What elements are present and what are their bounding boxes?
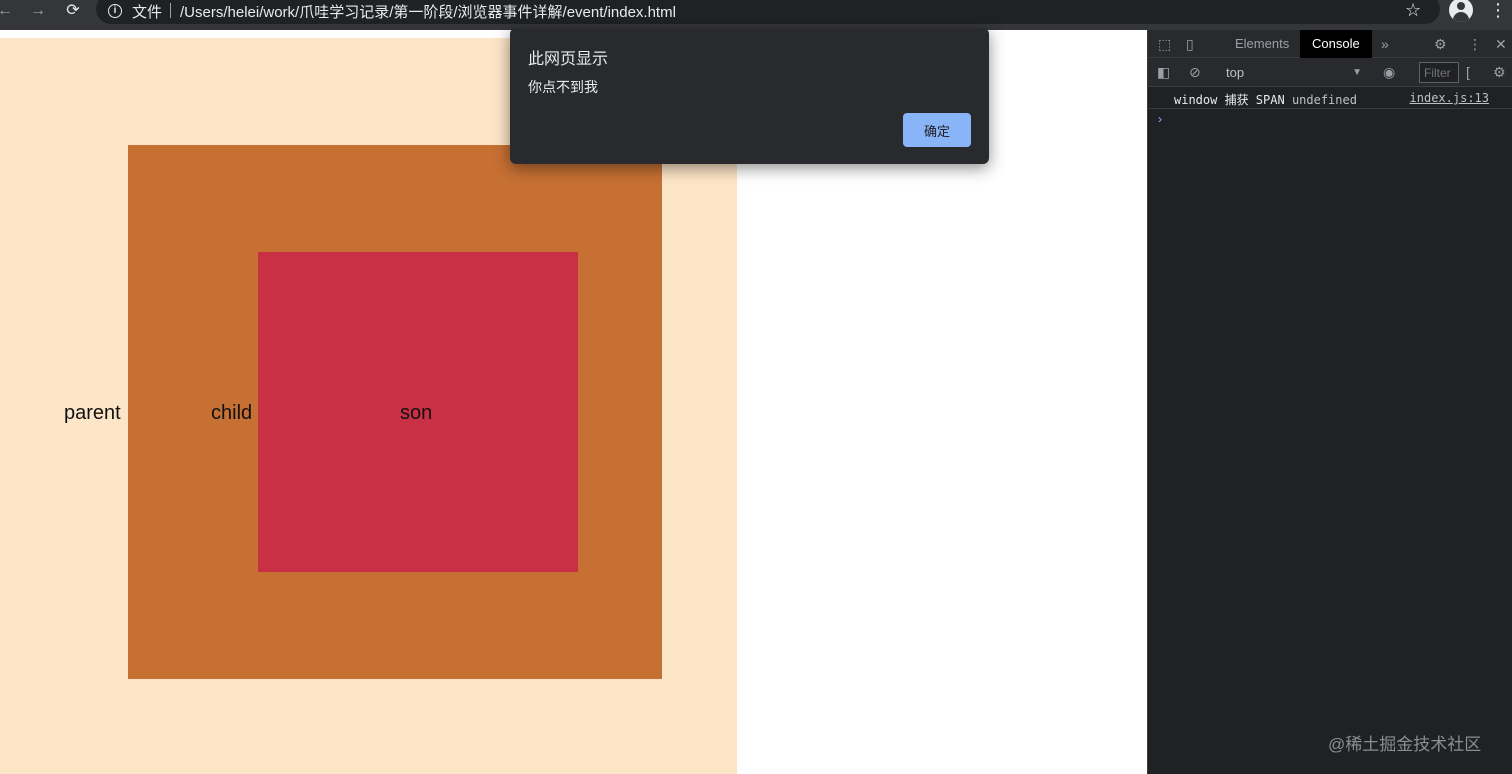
info-icon[interactable]: i <box>108 4 122 18</box>
sidebar-toggle-icon[interactable]: ◧ <box>1157 64 1170 80</box>
console-message-text: window 捕获 SPAN undefined <box>1174 93 1357 107</box>
watermark: @稀土掘金技术社区 <box>1328 735 1482 754</box>
console-message-row: window 捕获 SPAN undefined index.js:13 <box>1148 88 1512 109</box>
bookmark-star-icon[interactable]: ☆ <box>1405 0 1421 20</box>
context-value: top <box>1226 65 1245 80</box>
son-box[interactable]: son <box>258 252 578 572</box>
live-expression-eye-icon[interactable]: ◉ <box>1383 64 1395 80</box>
context-selector[interactable]: top ▼ <box>1218 63 1366 83</box>
scheme-label: 文件 <box>132 4 163 21</box>
reload-icon[interactable]: ⟳ <box>62 0 84 22</box>
alert-dialog: 此网页显示 你点不到我 确定 <box>510 28 989 164</box>
child-box[interactable]: child son <box>128 145 662 679</box>
inspect-element-icon[interactable]: ⬚ <box>1158 36 1171 52</box>
console-toolbar: ◧ ⊘ top ▼ ◉ [ ⚙ <box>1148 58 1512 87</box>
dropdown-arrow-icon: ▼ <box>1352 67 1362 78</box>
console-source-link[interactable]: index.js:13 <box>1410 91 1489 105</box>
son-label: son <box>400 402 433 424</box>
browser-toolbar: ← → ⟳ i 文件 /Users/helei/work/爪哇学习记录/第一阶段… <box>0 0 1512 30</box>
truncated-toolbar-item[interactable]: [ <box>1466 64 1470 80</box>
devtools-menu-icon[interactable]: ⋮ <box>1468 36 1482 52</box>
tab-elements[interactable]: Elements <box>1223 30 1301 58</box>
tab-console[interactable]: Console <box>1300 30 1372 58</box>
device-toolbar-icon[interactable]: ▯ <box>1186 36 1194 52</box>
close-icon[interactable]: ✕ <box>1495 36 1507 52</box>
filter-input[interactable] <box>1419 62 1459 83</box>
profile-avatar-icon[interactable] <box>1449 0 1473 22</box>
address-bar[interactable]: i 文件 /Users/helei/work/爪哇学习记录/第一阶段/浏览器事件… <box>96 0 1440 24</box>
child-label: child <box>211 402 253 424</box>
console-settings-gear-icon[interactable]: ⚙ <box>1493 64 1506 80</box>
clear-console-icon[interactable]: ⊘ <box>1189 64 1201 80</box>
separator <box>170 3 171 18</box>
console-message-value: undefined <box>1291 93 1357 107</box>
dialog-title: 此网页显示 <box>528 51 609 68</box>
parent-label: parent <box>64 402 121 424</box>
devtools-tabbar: ⬚ ▯ Elements Console » ⚙ ⋮ ✕ <box>1148 30 1512 58</box>
back-icon[interactable]: ← <box>0 0 16 22</box>
devtools-panel: ⬚ ▯ Elements Console » ⚙ ⋮ ✕ ◧ ⊘ top ▼ ◉… <box>1147 30 1512 774</box>
more-tabs-icon[interactable]: » <box>1381 36 1389 52</box>
settings-gear-icon[interactable]: ⚙ <box>1434 36 1447 52</box>
console-prompt-icon[interactable]: › <box>1158 112 1162 126</box>
more-menu-icon[interactable]: ⋮ <box>1489 0 1507 20</box>
forward-icon[interactable]: → <box>27 0 49 22</box>
url-text[interactable]: /Users/helei/work/爪哇学习记录/第一阶段/浏览器事件详解/ev… <box>180 1 676 22</box>
ok-button[interactable]: 确定 <box>903 113 971 147</box>
dialog-message: 你点不到我 <box>528 79 598 95</box>
